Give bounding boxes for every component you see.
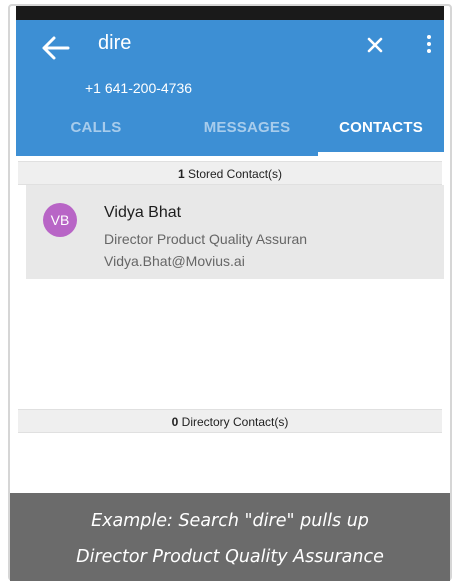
arrow-left-icon[interactable] — [40, 34, 72, 62]
contact-title: Director Product Quality Assuran — [104, 231, 308, 247]
example-caption: Example: Search "dire" pulls up Director… — [10, 493, 450, 581]
phone-number: +1 641-200-4736 — [85, 80, 193, 96]
search-app-bar: dire +1 641-200-4736 CALLS MESSAGES CONT… — [16, 20, 444, 156]
contact-email: Vidya.Bhat@Movius.ai — [104, 253, 245, 269]
close-icon[interactable] — [363, 33, 387, 57]
caption-line-1: Example: Search "dire" pulls up — [91, 511, 369, 531]
active-tab-indicator — [318, 152, 444, 156]
status-bar — [16, 6, 444, 20]
directory-contacts-label: Directory Contact(s) — [178, 415, 289, 429]
tab-contacts[interactable]: CONTACTS — [318, 118, 444, 156]
avatar: VB — [43, 203, 77, 237]
stored-contacts-count: 1 — [177, 167, 185, 181]
contact-list-item[interactable]: VB Vidya Bhat Director Product Quality A… — [26, 185, 444, 279]
screenshot-frame: dire +1 641-200-4736 CALLS MESSAGES CONT… — [0, 0, 460, 585]
stored-contacts-header: 1 Stored Contact(s) — [18, 161, 442, 185]
stored-contacts-label: Stored Contact(s) — [184, 167, 283, 181]
caption-line-2: Director Product Quality Assurance — [76, 547, 384, 567]
directory-contacts-header: 0 Directory Contact(s) — [18, 409, 442, 433]
contact-name: Vidya Bhat — [104, 204, 182, 221]
tab-messages[interactable]: MESSAGES — [176, 118, 318, 156]
more-vertical-icon[interactable] — [424, 32, 434, 58]
tab-calls[interactable]: CALLS — [16, 118, 176, 156]
search-input[interactable]: dire — [98, 32, 131, 55]
